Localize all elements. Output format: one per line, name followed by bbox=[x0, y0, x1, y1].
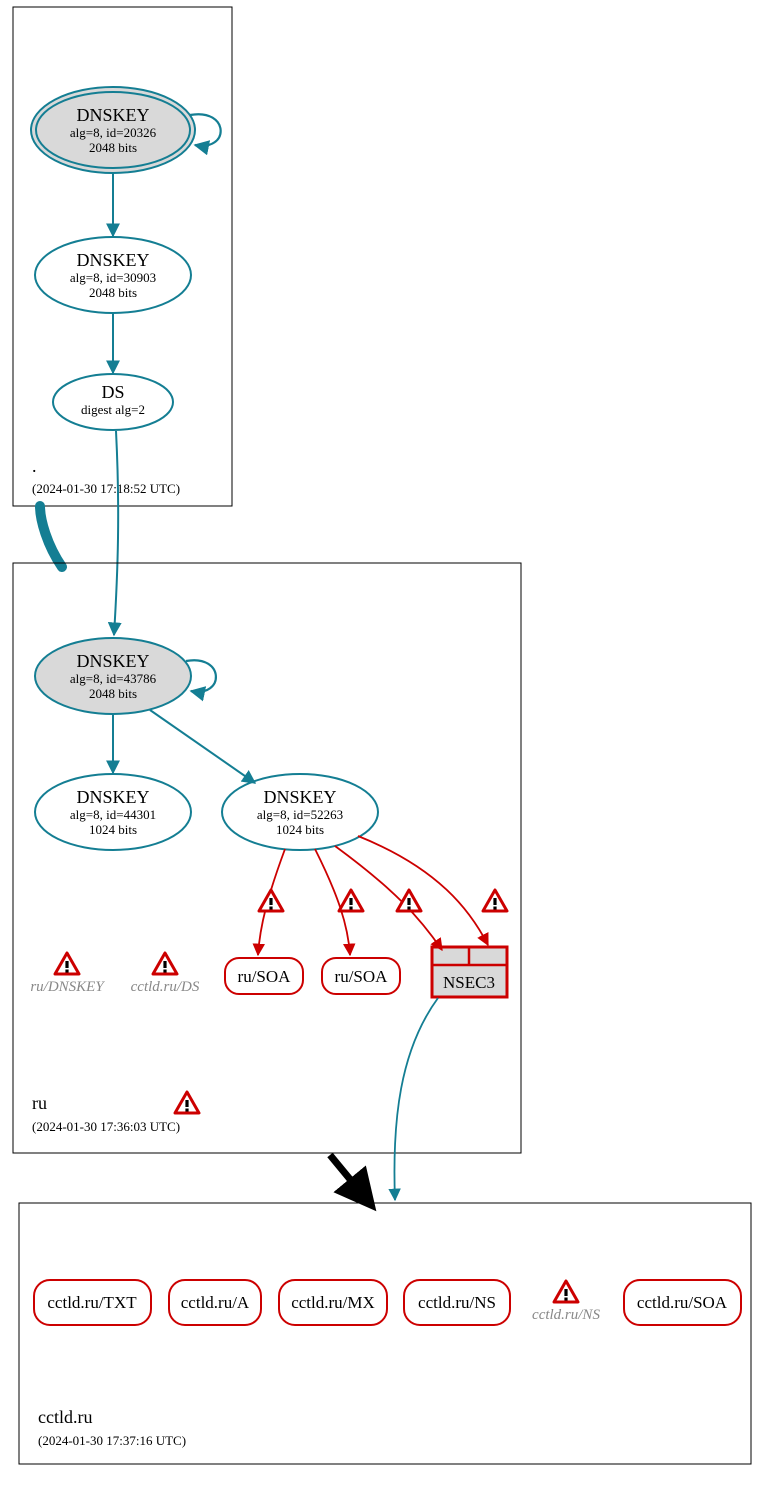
zone-cctld-label: cctld.ru bbox=[38, 1407, 92, 1427]
ru-zsk2-alg: alg=8, id=52263 bbox=[257, 807, 343, 822]
node-cctld-ns: cctld.ru/NS bbox=[404, 1280, 510, 1325]
root-ksk-bits: 2048 bits bbox=[89, 140, 137, 155]
node-ru-zsk1: DNSKEY alg=8, id=44301 1024 bits bbox=[35, 774, 191, 850]
warning-icon bbox=[259, 890, 283, 911]
edge-ds-to-ruKsk bbox=[114, 431, 118, 635]
zone-ru: ru (2024-01-30 17:36:03 UTC) DNSKEY alg=… bbox=[13, 563, 521, 1153]
warning-icon bbox=[153, 953, 177, 974]
ru-ksk-bits: 2048 bits bbox=[89, 686, 137, 701]
ru-zsk1-alg: alg=8, id=44301 bbox=[70, 807, 156, 822]
warning-icon bbox=[339, 890, 363, 911]
zone-root: . (2024-01-30 17:18:52 UTC) DNSKEY alg=8… bbox=[13, 7, 232, 506]
zone-ru-timestamp: (2024-01-30 17:36:03 UTC) bbox=[32, 1119, 180, 1134]
warning-icon bbox=[554, 1281, 578, 1302]
node-cctld-a: cctld.ru/A bbox=[169, 1280, 261, 1325]
node-ru-soa-a: ru/SOA bbox=[225, 958, 303, 994]
delegation-root-ru bbox=[40, 506, 62, 567]
ru-zsk1-bits: 1024 bits bbox=[89, 822, 137, 837]
edge-ruKsk-zsk2 bbox=[150, 710, 255, 783]
node-cctld-ns-gray: cctld.ru/NS bbox=[532, 1281, 600, 1323]
root-ksk-title: DNSKEY bbox=[76, 105, 149, 125]
root-zsk-alg: alg=8, id=30903 bbox=[70, 270, 156, 285]
nsec3-label: NSEC3 bbox=[443, 973, 495, 992]
node-ru-soa-b: ru/SOA bbox=[322, 958, 400, 994]
cctld-txt-label: cctld.ru/TXT bbox=[47, 1293, 137, 1312]
zone-root-label: . bbox=[32, 456, 37, 476]
cctld-a-label: cctld.ru/A bbox=[181, 1293, 250, 1312]
ru-zsk2-bits: 1024 bits bbox=[276, 822, 324, 837]
dnssec-diagram: . (2024-01-30 17:18:52 UTC) DNSKEY alg=8… bbox=[0, 0, 765, 1485]
ru-dnskey-gray: ru/DNSKEY bbox=[30, 979, 105, 995]
warning-icon bbox=[483, 890, 507, 911]
cctld-ns-gray-label: cctld.ru/NS bbox=[532, 1307, 600, 1323]
node-ru-dnskey-error: ru/DNSKEY bbox=[30, 953, 105, 995]
zone-cctld-timestamp: (2024-01-30 17:37:16 UTC) bbox=[38, 1433, 186, 1448]
cctld-soa-label: cctld.ru/SOA bbox=[637, 1293, 728, 1312]
ru-soa-b-label: ru/SOA bbox=[335, 967, 389, 986]
root-ds-alg: digest alg=2 bbox=[81, 402, 145, 417]
node-cctld-ds-error: cctld.ru/DS bbox=[131, 953, 200, 995]
ru-zsk1-title: DNSKEY bbox=[76, 787, 149, 807]
edge-nsec3-to-cctld bbox=[394, 998, 438, 1200]
ru-ksk-title: DNSKEY bbox=[76, 651, 149, 671]
zone-ru-label: ru bbox=[32, 1093, 47, 1113]
node-cctld-soa: cctld.ru/SOA bbox=[624, 1280, 741, 1325]
node-root-ksk: DNSKEY alg=8, id=20326 2048 bits bbox=[31, 87, 195, 173]
warning-icon bbox=[175, 1092, 199, 1113]
node-cctld-txt: cctld.ru/TXT bbox=[34, 1280, 151, 1325]
node-cctld-mx: cctld.ru/MX bbox=[279, 1280, 387, 1325]
edge-zsk2-nsec3-b bbox=[358, 836, 488, 945]
root-ksk-alg: alg=8, id=20326 bbox=[70, 125, 157, 140]
zone-cctld: cctld.ru/TXT cctld.ru/A cctld.ru/MX cctl… bbox=[19, 1203, 751, 1464]
cctld-mx-label: cctld.ru/MX bbox=[291, 1293, 375, 1312]
node-ru-zsk2: DNSKEY alg=8, id=52263 1024 bits bbox=[222, 774, 378, 850]
ru-ksk-alg: alg=8, id=43786 bbox=[70, 671, 157, 686]
root-zsk-title: DNSKEY bbox=[76, 250, 149, 270]
ru-zsk2-title: DNSKEY bbox=[263, 787, 336, 807]
cctld-ns-label: cctld.ru/NS bbox=[418, 1293, 496, 1312]
node-root-zsk: DNSKEY alg=8, id=30903 2048 bits bbox=[35, 237, 191, 313]
node-nsec3: NSEC3 bbox=[432, 947, 507, 997]
delegation-ru-cctld bbox=[330, 1155, 363, 1195]
cctld-ds-gray: cctld.ru/DS bbox=[131, 979, 200, 995]
ru-soa-a-label: ru/SOA bbox=[238, 967, 292, 986]
warning-icon bbox=[55, 953, 79, 974]
node-root-ds: DS digest alg=2 bbox=[53, 374, 173, 430]
root-zsk-bits: 2048 bits bbox=[89, 285, 137, 300]
node-ru-ksk: DNSKEY alg=8, id=43786 2048 bits bbox=[35, 638, 191, 714]
zone-root-timestamp: (2024-01-30 17:18:52 UTC) bbox=[32, 481, 180, 496]
root-ds-title: DS bbox=[101, 382, 124, 402]
